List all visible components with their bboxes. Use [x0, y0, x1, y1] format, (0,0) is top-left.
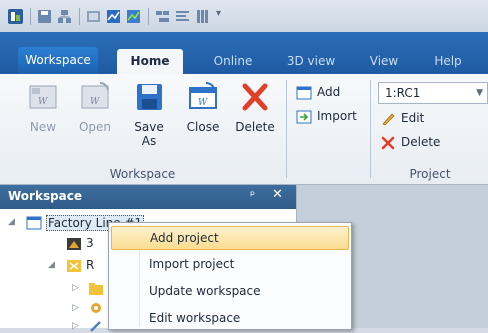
- pin-icon[interactable]: ᵖ: [250, 188, 255, 202]
- expand-triangle-icon[interactable]: ▷: [72, 283, 79, 293]
- open-workspace-button[interactable]: W Open: [72, 78, 118, 156]
- chart-green-quick-icon[interactable]: [126, 9, 141, 24]
- new-workspace-button[interactable]: W New: [20, 78, 66, 156]
- tab-home[interactable]: Home: [117, 49, 183, 74]
- project-group: 1:RC1 ▼ Edit Delete Project: [372, 74, 488, 184]
- chevron-down-icon[interactable]: ▼: [476, 83, 483, 103]
- import-project-button[interactable]: Import: [296, 106, 357, 126]
- new-label: New: [29, 120, 57, 134]
- menu-item-import-project[interactable]: Import project: [111, 252, 347, 276]
- ribbon-tab-bar: Workspace Home Online 3D view View Help: [0, 32, 488, 74]
- tab-workspace-file[interactable]: Workspace: [18, 47, 98, 74]
- workspace-group: W New W Open Save As W Close Delete Work…: [0, 74, 285, 184]
- group-separator: [286, 80, 287, 178]
- robot-controller-icon: [67, 260, 81, 272]
- menu-item-label: Import project: [149, 257, 235, 271]
- tree-child-3d-label[interactable]: 3: [86, 236, 94, 250]
- ribbon-panel: W New W Open Save As W Close Delete Work…: [0, 74, 488, 185]
- folder-icon: [89, 283, 103, 295]
- layout-quick-icon[interactable]: [155, 9, 170, 24]
- project-group-label: Project: [409, 167, 451, 181]
- gear-icon: [91, 303, 101, 313]
- tab-online[interactable]: Online: [203, 49, 263, 74]
- delete-small-icon: [381, 136, 395, 149]
- edit-project-button[interactable]: Edit: [380, 108, 424, 128]
- close-panel-icon[interactable]: ✕: [272, 187, 283, 202]
- add-label: Add: [317, 85, 341, 99]
- close-workspace-icon: W: [189, 82, 217, 109]
- tab-view[interactable]: View: [362, 49, 406, 74]
- svg-text:W: W: [38, 97, 48, 107]
- open-folder-icon: W: [81, 81, 109, 109]
- menu-item-add-project[interactable]: Add project: [111, 226, 349, 250]
- layout-3d-icon: [67, 238, 81, 250]
- svg-text:W: W: [198, 98, 208, 108]
- project-selector-value: 1:RC1: [385, 86, 421, 100]
- edit-label: Edit: [401, 111, 425, 125]
- columns-quick-icon[interactable]: [195, 9, 210, 24]
- context-menu: Add project Import project Update worksp…: [108, 222, 352, 330]
- delete-project-label: Delete: [401, 135, 441, 149]
- delete-label: Delete: [235, 120, 275, 134]
- customize-quick-access-icon[interactable]: ▾: [216, 8, 221, 19]
- expand-triangle-icon[interactable]: ▷: [72, 321, 79, 331]
- new-document-icon: W: [29, 85, 57, 109]
- chart-blue-quick-icon[interactable]: [106, 9, 121, 24]
- svg-text:W: W: [90, 97, 100, 107]
- menu-item-edit-workspace[interactable]: Edit workspace: [111, 306, 347, 330]
- save-as-label-line1: Save: [134, 120, 164, 134]
- collapse-triangle-icon[interactable]: ◢: [8, 217, 15, 227]
- add-icon: [296, 86, 312, 99]
- project-selector[interactable]: 1:RC1 ▼: [378, 82, 488, 104]
- quick-access-toolbar: ▾: [0, 0, 488, 32]
- import-label: Import: [317, 109, 357, 123]
- collapse-triangle-icon[interactable]: ◢: [48, 260, 55, 270]
- tab-help[interactable]: Help: [426, 49, 470, 74]
- delete-x-icon: [242, 83, 268, 111]
- workspace-panel-title: Workspace: [8, 189, 83, 203]
- app-logo-icon[interactable]: [8, 9, 23, 24]
- pencil-icon: [382, 112, 395, 125]
- save-quick-icon[interactable]: [37, 9, 52, 24]
- workspace-group-label: Workspace: [109, 167, 176, 181]
- menu-item-label: Add project: [150, 231, 219, 245]
- import-icon: [296, 110, 312, 123]
- network-quick-icon[interactable]: [57, 9, 72, 24]
- align-quick-icon[interactable]: [175, 9, 190, 24]
- tree-child-r-label[interactable]: R: [86, 258, 94, 272]
- group-separator: [370, 80, 371, 178]
- tab-3d-view[interactable]: 3D view: [283, 49, 339, 74]
- save-as-label-line2: As: [141, 134, 157, 148]
- menu-item-update-workspace[interactable]: Update workspace: [111, 279, 347, 303]
- add-project-button[interactable]: Add: [296, 82, 340, 102]
- workspace-panel-header: Workspace ᵖ ✕: [0, 185, 296, 209]
- expand-triangle-icon[interactable]: ▷: [72, 303, 79, 313]
- floppy-disk-icon: [137, 84, 162, 110]
- close-label: Close: [186, 120, 220, 134]
- save-as-button[interactable]: Save As: [126, 78, 172, 156]
- tool-icon: [90, 321, 101, 332]
- menu-item-label: Update workspace: [149, 284, 261, 298]
- delete-workspace-button[interactable]: Delete: [232, 78, 278, 156]
- menu-item-label: Edit workspace: [149, 311, 241, 325]
- monitor-quick-icon[interactable]: [86, 9, 101, 24]
- delete-project-button[interactable]: Delete: [380, 132, 440, 152]
- close-workspace-button[interactable]: W Close: [180, 78, 226, 156]
- workspace-root-icon: [26, 216, 42, 230]
- open-label: Open: [78, 120, 112, 134]
